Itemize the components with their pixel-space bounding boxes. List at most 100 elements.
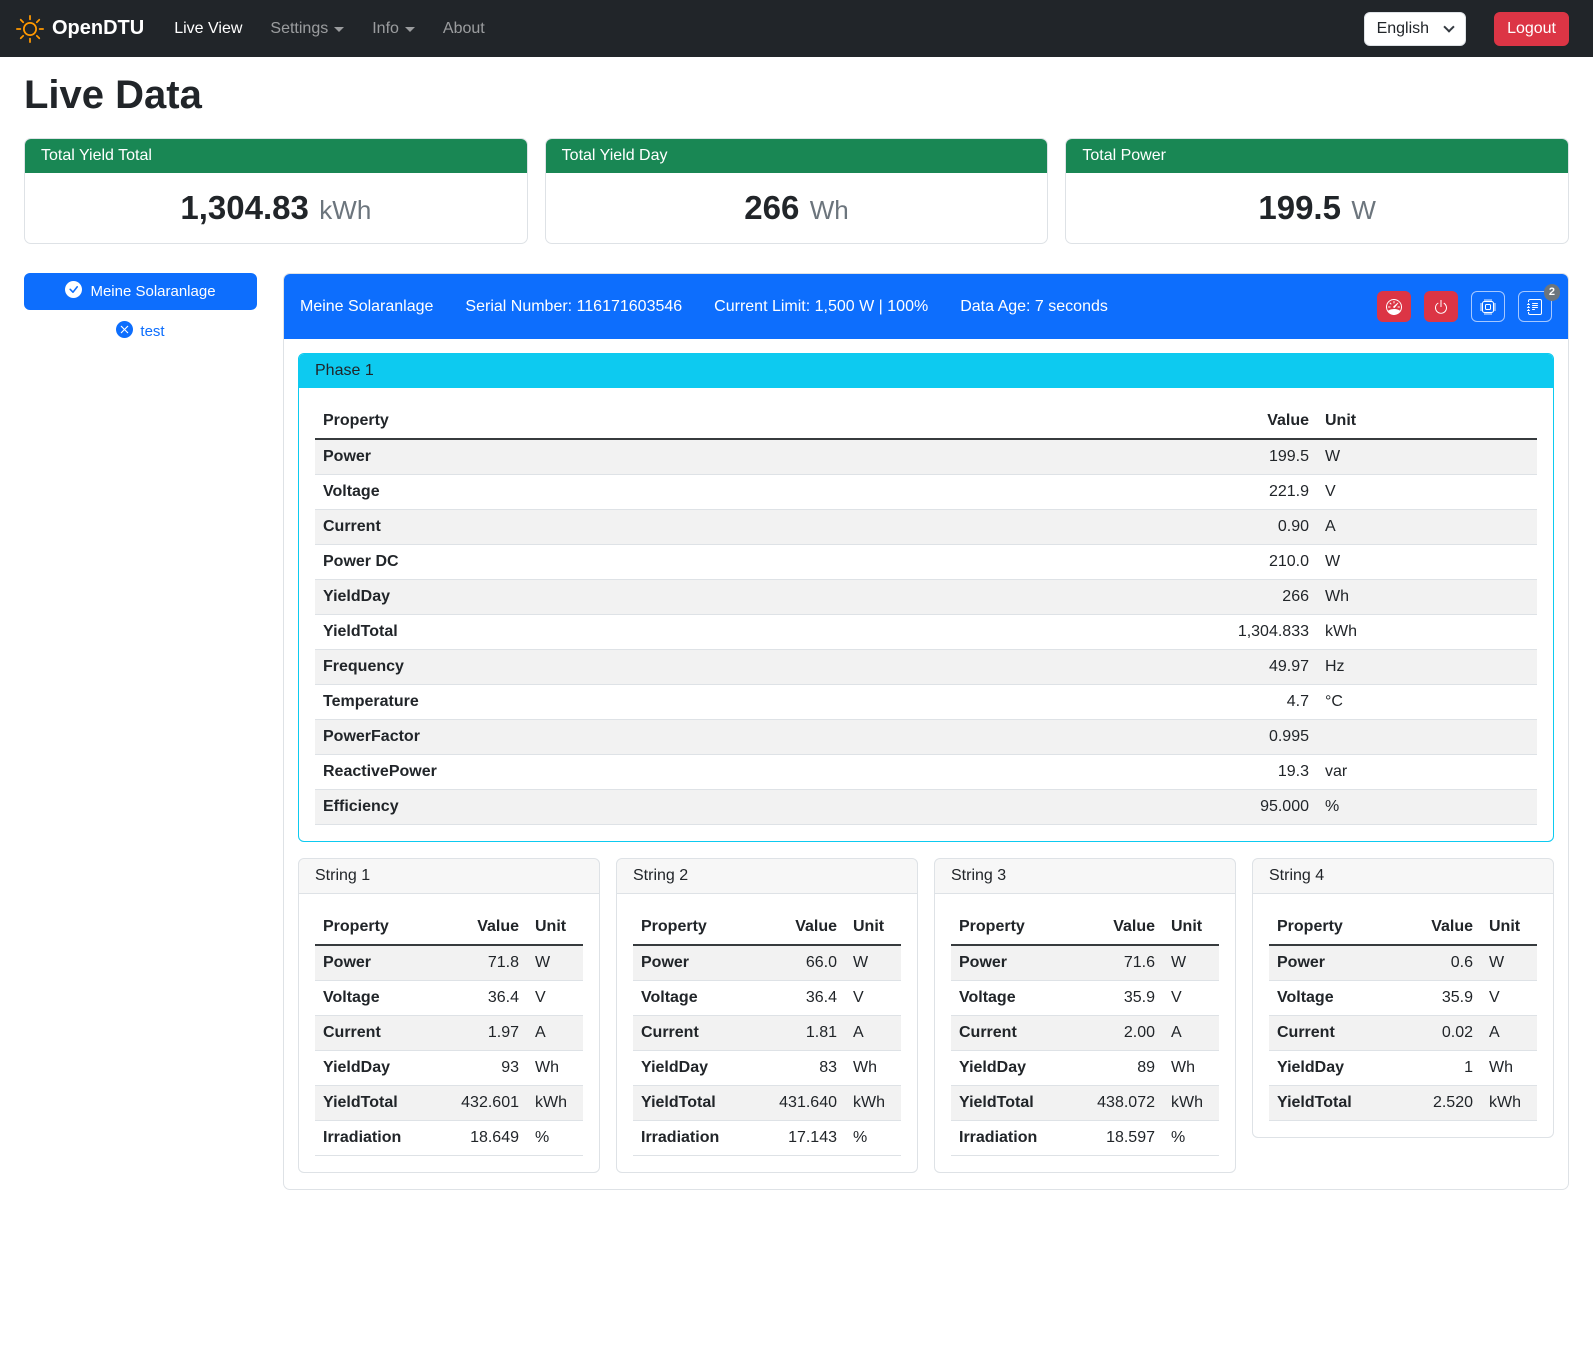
summary-card-total-yield-total: Total Yield Total 1,304.83 kWh bbox=[24, 138, 528, 244]
journal-icon bbox=[1527, 299, 1543, 315]
property-cell: Power bbox=[1269, 945, 1397, 981]
nav-label: About bbox=[443, 20, 485, 38]
column-header-value: Value bbox=[1079, 910, 1163, 945]
top-navbar: OpenDTU Live View Settings Info About En… bbox=[0, 0, 1593, 57]
table-row: Current0.02A bbox=[1269, 1016, 1537, 1051]
language-select[interactable]: English bbox=[1364, 12, 1466, 46]
property-cell: Current bbox=[315, 510, 1167, 545]
page-title: Live Data bbox=[24, 73, 1569, 118]
value-cell: 0.995 bbox=[1167, 720, 1317, 755]
table-row: YieldTotal438.072kWh bbox=[951, 1086, 1219, 1121]
unit-cell: Wh bbox=[1163, 1051, 1219, 1086]
sun-icon bbox=[16, 15, 44, 43]
table-row: Irradiation17.143% bbox=[633, 1121, 901, 1156]
chevron-down-icon bbox=[1443, 21, 1454, 32]
table-row: YieldDay89Wh bbox=[951, 1051, 1219, 1086]
column-header-value: Value bbox=[1167, 404, 1317, 439]
column-header-unit: Unit bbox=[1317, 404, 1537, 439]
unit-cell: °C bbox=[1317, 685, 1537, 720]
string-table-body: Power71.6WVoltage35.9VCurrent2.00AYieldD… bbox=[951, 945, 1219, 1156]
string-table-body: Power0.6WVoltage35.9VCurrent0.02AYieldDa… bbox=[1269, 945, 1537, 1121]
nav-about[interactable]: About bbox=[429, 12, 499, 46]
unit-cell: W bbox=[1317, 439, 1537, 475]
value-cell: 19.3 bbox=[1167, 755, 1317, 790]
summary-card-title: Total Power bbox=[1066, 139, 1568, 173]
table-header-row: Property Value Unit bbox=[1269, 910, 1537, 945]
table-row: Efficiency95.000% bbox=[315, 790, 1537, 825]
property-cell: Voltage bbox=[315, 475, 1167, 510]
table-row: YieldDay93Wh bbox=[315, 1051, 583, 1086]
string-card-body: Property Value Unit Power71.6WVoltage35.… bbox=[935, 894, 1235, 1172]
phase-card-body: Property Value Unit Power199.5WVoltage22… bbox=[299, 388, 1553, 841]
phase-table-body: Power199.5WVoltage221.9VCurrent0.90APowe… bbox=[315, 439, 1537, 825]
value-cell: 1.81 bbox=[761, 1016, 845, 1051]
property-cell: YieldTotal bbox=[633, 1086, 761, 1121]
device-info-button[interactable] bbox=[1471, 291, 1505, 322]
property-cell: YieldDay bbox=[951, 1051, 1079, 1086]
unit-cell: V bbox=[1317, 475, 1537, 510]
property-cell: Current bbox=[315, 1016, 443, 1051]
value-cell: 36.4 bbox=[443, 981, 527, 1016]
property-cell: Frequency bbox=[315, 650, 1167, 685]
power-icon bbox=[1433, 299, 1449, 315]
sidebar-item-meine-solaranlage[interactable]: Meine Solaranlage bbox=[24, 273, 257, 310]
value-cell: 17.143 bbox=[761, 1121, 845, 1156]
nav-label: Settings bbox=[270, 20, 328, 38]
property-cell: Power bbox=[951, 945, 1079, 981]
property-cell: Temperature bbox=[315, 685, 1167, 720]
string-card: String 3 Property Value Unit Power71.6WV… bbox=[934, 858, 1236, 1173]
inverter-serial: Serial Number: 116171603546 bbox=[465, 298, 682, 316]
nav-info[interactable]: Info bbox=[358, 12, 429, 46]
dropdown-caret-icon bbox=[405, 27, 415, 32]
property-cell: Current bbox=[633, 1016, 761, 1051]
brand[interactable]: OpenDTU bbox=[16, 15, 144, 43]
summary-card-unit: Wh bbox=[810, 195, 849, 225]
value-cell: 95.000 bbox=[1167, 790, 1317, 825]
table-row: Voltage35.9V bbox=[1269, 981, 1537, 1016]
table-row: Voltage36.4V bbox=[315, 981, 583, 1016]
value-cell: 438.072 bbox=[1079, 1086, 1163, 1121]
value-cell: 221.9 bbox=[1167, 475, 1317, 510]
table-row: YieldTotal2.520kWh bbox=[1269, 1086, 1537, 1121]
column-header-unit: Unit bbox=[527, 910, 583, 945]
limit-settings-button[interactable] bbox=[1377, 291, 1411, 322]
unit-cell: V bbox=[1163, 981, 1219, 1016]
unit-cell: V bbox=[845, 981, 901, 1016]
property-cell: YieldDay bbox=[633, 1051, 761, 1086]
nav-settings[interactable]: Settings bbox=[256, 12, 358, 46]
summary-card-title: Total Yield Day bbox=[546, 139, 1048, 173]
property-cell: Power bbox=[315, 945, 443, 981]
summary-card-unit: W bbox=[1351, 195, 1376, 225]
unit-cell bbox=[1317, 720, 1537, 755]
unit-cell: Wh bbox=[845, 1051, 901, 1086]
column-header-property: Property bbox=[1269, 910, 1397, 945]
inverter-data-age: Data Age: 7 seconds bbox=[960, 298, 1108, 316]
logout-button[interactable]: Logout bbox=[1494, 12, 1569, 46]
value-cell: 89 bbox=[1079, 1051, 1163, 1086]
table-row: Voltage36.4V bbox=[633, 981, 901, 1016]
unit-cell: % bbox=[845, 1121, 901, 1156]
brand-name: OpenDTU bbox=[52, 17, 144, 40]
string-card-body: Property Value Unit Power71.8WVoltage36.… bbox=[299, 894, 599, 1172]
property-cell: PowerFactor bbox=[315, 720, 1167, 755]
property-cell: YieldTotal bbox=[315, 615, 1167, 650]
nav-live-view[interactable]: Live View bbox=[160, 12, 256, 46]
property-cell: YieldTotal bbox=[315, 1086, 443, 1121]
sidebar-item-test[interactable]: test bbox=[24, 321, 257, 342]
inverter-limit: Current Limit: 1,500 W | 100% bbox=[714, 298, 928, 316]
table-row: Power71.8W bbox=[315, 945, 583, 981]
table-row: YieldTotal432.601kWh bbox=[315, 1086, 583, 1121]
unit-cell: kWh bbox=[1163, 1086, 1219, 1121]
table-row: Current1.97A bbox=[315, 1016, 583, 1051]
string-table: Property Value Unit Power71.8WVoltage36.… bbox=[315, 910, 583, 1156]
value-cell: 0.90 bbox=[1167, 510, 1317, 545]
value-cell: 210.0 bbox=[1167, 545, 1317, 580]
unit-cell: A bbox=[1163, 1016, 1219, 1051]
power-button[interactable] bbox=[1424, 291, 1458, 322]
dropdown-caret-icon bbox=[334, 27, 344, 32]
event-log-button[interactable]: 2 bbox=[1518, 291, 1552, 322]
value-cell: 432.601 bbox=[443, 1086, 527, 1121]
inverter-actions: 2 bbox=[1377, 291, 1552, 322]
string-card-title: String 4 bbox=[1253, 859, 1553, 894]
summary-card-unit: kWh bbox=[319, 195, 371, 225]
